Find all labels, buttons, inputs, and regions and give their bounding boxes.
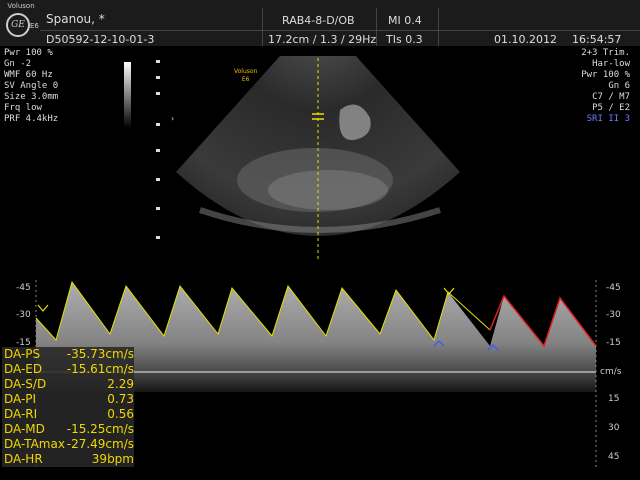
scale-label-left: -30: [16, 310, 31, 320]
ps-caliper-left: [37, 304, 49, 312]
measurement-row: DA-RI 0.56: [4, 407, 134, 422]
ps-caliper: [443, 287, 455, 295]
measurement-value: 39bpm: [91, 452, 134, 466]
measurement-label: DA-HR: [4, 452, 43, 466]
measurement-label: DA-PI: [4, 392, 37, 406]
measurement-row: DA-PS -35.73cm/s: [4, 347, 134, 362]
measurement-label: DA-S/D: [4, 377, 47, 391]
measurement-label: DA-MD: [4, 422, 45, 436]
measurement-panel: DA-PS -35.73cm/s DA-ED -15.61cm/s DA-S/D…: [2, 347, 134, 467]
measurement-label: DA-TAmax: [4, 437, 65, 451]
scale-label-right: 30: [608, 423, 620, 433]
scale-label-left: -45: [16, 283, 31, 293]
scale-unit: cm/s: [600, 367, 622, 377]
measurement-value: -15.25cm/s: [66, 422, 134, 436]
measurement-value: 0.56: [107, 407, 134, 421]
measurement-label: DA-ED: [4, 362, 43, 376]
measurement-value: -15.61cm/s: [66, 362, 134, 376]
scale-label-right: -15: [606, 338, 621, 348]
measurement-value: 0.73: [107, 392, 134, 406]
measurement-value: -35.73cm/s: [66, 347, 134, 361]
measurement-value: -27.49cm/s: [66, 437, 134, 451]
scale-label-right: 15: [608, 394, 620, 404]
scale-label-right: 45: [608, 452, 620, 462]
measurement-label: DA-RI: [4, 407, 38, 421]
measurement-row: DA-MD -15.25cm/s: [4, 422, 134, 437]
measurement-row: DA-ED -15.61cm/s: [4, 362, 134, 377]
measurement-value: 2.29: [107, 377, 134, 391]
measurement-row: DA-PI 0.73: [4, 392, 134, 407]
measurement-row: DA-TAmax -27.49cm/s: [4, 437, 134, 452]
measurement-row: DA-HR 39bpm: [4, 452, 134, 467]
scale-label-right: -45: [606, 283, 621, 293]
measurement-label: DA-PS: [4, 347, 41, 361]
scale-label-right: -30: [606, 310, 621, 320]
measurement-row: DA-S/D 2.29: [4, 377, 134, 392]
